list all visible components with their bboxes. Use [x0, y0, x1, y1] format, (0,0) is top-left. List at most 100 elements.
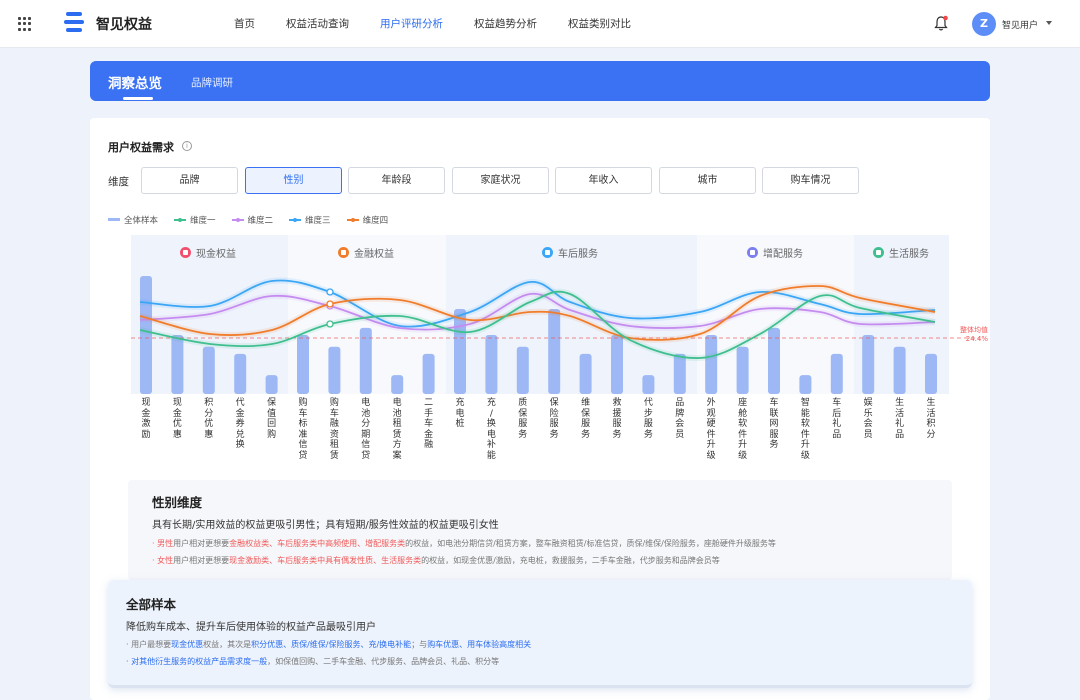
bar-救援服务	[611, 335, 623, 394]
category-upgrade: 增配服务	[747, 245, 803, 260]
demand-chart	[100, 232, 980, 472]
bar-生活礼品	[893, 346, 906, 394]
tab-brand-research[interactable]: 品牌调研	[191, 75, 233, 90]
x-tick-label: 外观硬件升级	[706, 398, 716, 461]
nav-activity-query[interactable]: 权益活动查询	[286, 0, 349, 48]
apps-grid-icon[interactable]	[18, 17, 32, 31]
summary-title: 全部样本	[126, 597, 177, 612]
x-tick-label: 电池租赁方案	[392, 398, 402, 461]
x-tick-label: 现金激励	[141, 398, 151, 440]
dimension-city-button[interactable]: 城市	[659, 167, 756, 194]
series-point-dim3	[326, 288, 334, 296]
logo-icon	[64, 12, 84, 34]
chevron-down-icon[interactable]	[1046, 21, 1052, 25]
summary-line-1: · 用户最想要现金优惠权益，其次是积分优惠、质保/维保/保险服务、充/换电补能；…	[126, 640, 532, 649]
bar-积分优惠	[202, 346, 215, 394]
x-tick-label: 保险服务	[549, 398, 559, 440]
gender-insight-panel: 性别维度 具有长期/实用效益的权益更吸引男性；具有短期/服务性效益的权益更吸引女…	[128, 480, 952, 580]
dimension-income-button[interactable]: 年收入	[555, 167, 652, 194]
x-tick-label: 充电桩	[455, 398, 465, 429]
avatar[interactable]: Z	[972, 12, 996, 36]
nav-trend-analysis[interactable]: 权益趋势分析	[474, 0, 537, 48]
app-name[interactable]: 智见权益	[96, 14, 152, 34]
dimension-gender-button[interactable]: 性别	[245, 167, 342, 194]
dimension-purchase-button[interactable]: 购车情况	[762, 167, 859, 194]
tab-overview[interactable]: 洞察总览	[108, 72, 162, 92]
x-tick-label: 娱乐会员	[863, 398, 873, 440]
user-name[interactable]: 智见用户	[1002, 18, 1038, 31]
series-point-dim4	[326, 300, 334, 308]
bar-保值回购	[265, 375, 278, 394]
x-tick-label: 救援服务	[612, 398, 622, 440]
bar-维保服务	[579, 353, 592, 394]
finance-icon	[338, 247, 349, 258]
x-tick-label: 代金券兑换	[235, 398, 245, 450]
x-tick-label: 生活礼品	[895, 398, 905, 440]
x-tick-label: 充 / 换电补能	[486, 398, 496, 461]
car-service-icon	[542, 247, 553, 258]
x-tick-label: 积分优惠	[204, 398, 214, 440]
bar-外观硬件升级	[705, 335, 718, 394]
insight-title: 性别维度	[152, 495, 203, 510]
summary-subtitle: 降低购车成本、提升车后使用体验的权益产品最吸引用户	[126, 622, 376, 633]
summary-line-2: · 对其他衍生服务的权益产品需求度一般，如保值回购、二手车金融、代步服务、品牌会…	[126, 657, 500, 666]
bar-座舱软件升级	[736, 346, 749, 394]
dimension-age-button[interactable]: 年龄段	[348, 167, 445, 194]
notification-bell-icon[interactable]	[933, 15, 949, 32]
info-icon[interactable]: i	[182, 141, 192, 151]
active-tab-indicator	[123, 97, 153, 100]
bar-生活积分	[925, 353, 937, 394]
x-tick-label: 生活积分	[926, 398, 936, 440]
legend-item-dim1[interactable]: 维度一	[174, 214, 216, 226]
dimension-brand-button[interactable]: 品牌	[141, 167, 238, 194]
category-cash: 现金权益	[180, 245, 236, 260]
cash-icon	[180, 247, 191, 258]
all-sample-summary-panel: 全部样本 降低购车成本、提升车后使用体验的权益产品最吸引用户 · 用户最想要现金…	[108, 580, 972, 688]
bar-代金券兑换	[234, 353, 247, 394]
x-tick-label: 质保服务	[518, 398, 528, 440]
average-line-label: 整体均值 24.4%	[960, 326, 988, 343]
category-aftersales: 车后服务	[542, 245, 598, 260]
x-tick-label: 保值回购	[267, 398, 277, 440]
x-tick-label: 车联网服务	[769, 398, 779, 450]
demand-chart-svg	[131, 235, 980, 394]
x-tick-label: 购车融资租赁	[329, 398, 339, 461]
bar-购车标准信贷	[297, 335, 309, 394]
bar-现金优惠	[171, 335, 184, 394]
nav-user-research[interactable]: 用户评研分析	[380, 0, 443, 48]
bar-二手车金融	[422, 353, 435, 394]
legend-item-dim2[interactable]: 维度二	[231, 214, 273, 226]
x-tick-label: 智能软件升级	[800, 398, 810, 461]
x-tick-label: 二手车金融	[424, 398, 434, 450]
x-tick-label: 品牌会员	[675, 398, 685, 440]
bar-代步服务	[642, 375, 655, 394]
legend-item-dim4[interactable]: 维度四	[346, 214, 388, 226]
bar-电池租赁方案	[391, 375, 404, 394]
x-tick-label: 电池分期信贷	[361, 398, 371, 461]
bar-车后礼品	[830, 353, 843, 394]
x-tick-label: 现金优惠	[172, 398, 182, 440]
life-icon	[873, 247, 884, 258]
bar-充/换电补能	[485, 335, 498, 394]
insight-subtitle: 具有长期/实用效益的权益更吸引男性；具有短期/服务性效益的权益更吸引女性	[152, 520, 499, 531]
x-tick-label: 维保服务	[581, 398, 591, 440]
category-finance: 金融权益	[338, 245, 394, 260]
dimension-family-button[interactable]: 家庭状况	[452, 167, 549, 194]
nav-category-compare[interactable]: 权益类别对比	[568, 0, 631, 48]
insight-male-line: · 男性用户相对更想要金融权益类、车后服务类中高频使用、增配服务类的权益，如电池…	[152, 539, 776, 548]
bar-保险服务	[548, 309, 561, 394]
x-tick-label: 代步服务	[643, 398, 653, 440]
nav-home[interactable]: 首页	[234, 0, 255, 48]
legend-item-all[interactable]: 全体样本	[108, 214, 158, 226]
series-point-dim1	[326, 320, 334, 328]
dimension-label: 维度	[108, 176, 129, 188]
legend-item-dim3[interactable]: 维度三	[289, 214, 331, 226]
bar-购车融资租赁	[328, 346, 341, 394]
x-tick-label: 座舱软件升级	[738, 398, 748, 461]
bar-质保服务	[516, 346, 529, 394]
category-life: 生活服务	[873, 245, 929, 260]
main-nav: 首页 权益活动查询 用户评研分析 权益趋势分析 权益类别对比	[234, 0, 662, 48]
chart-legend: 全体样本 维度一 维度二 维度三 维度四	[108, 214, 404, 226]
insight-female-line: · 女性用户相对更想要现金激励类、车后服务类中具有偶发性质、生活服务类的权益，如…	[152, 556, 720, 565]
bar-娱乐会员	[862, 335, 875, 394]
